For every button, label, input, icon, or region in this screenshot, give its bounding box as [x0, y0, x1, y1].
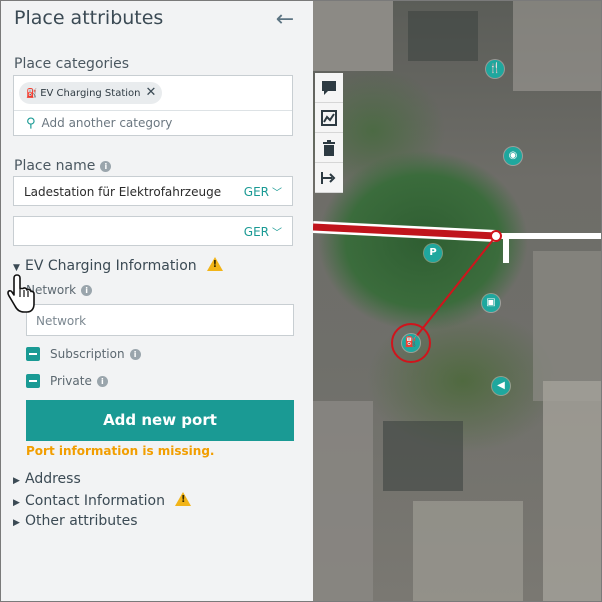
other-attributes-section-header[interactable]: ▶ Other attributes: [13, 513, 138, 529]
transit-icon[interactable]: ▣: [482, 294, 500, 312]
address-section-header[interactable]: ▶ Address: [13, 471, 81, 487]
place-name-input[interactable]: Ladestation für Elektrofahrzeuge GER ﹀: [13, 176, 293, 206]
hand-pointer-cursor-icon: [7, 274, 35, 313]
ev-section-label: EV Charging Information: [25, 258, 197, 274]
expand-triangle-icon: ▶: [13, 518, 20, 528]
chevron-down-icon: ﹀: [272, 228, 282, 239]
private-label: Private: [50, 374, 92, 388]
route-arrow-icon[interactable]: [315, 163, 343, 193]
remove-category-icon[interactable]: ✕: [145, 85, 156, 100]
search-icon: ⚲: [26, 116, 36, 131]
subscription-checkbox[interactable]: [26, 347, 40, 361]
divider: [14, 110, 292, 111]
language-select-2[interactable]: GER ﹀: [244, 224, 282, 239]
warning-icon: !: [206, 257, 223, 271]
add-category-placeholder: Add another category: [41, 116, 173, 130]
port-missing-message: Port information is missing.: [26, 444, 215, 458]
place-attributes-panel: Place attributes ← Place categories ⛽ EV …: [1, 1, 313, 601]
network-input[interactable]: Network: [26, 304, 294, 336]
parking-icon[interactable]: P: [424, 244, 442, 262]
map-overlay: [313, 221, 601, 363]
app-frame: Place attributes ← Place categories ⛽ EV …: [0, 0, 602, 602]
chevron-down-icon: ﹀: [272, 188, 282, 199]
place-name-label-text: Place name: [14, 158, 96, 174]
category-chip-label: EV Charging Station: [40, 88, 141, 99]
ev-charging-section-header[interactable]: ▼ EV Charging Information!: [13, 257, 223, 274]
warning-icon: !: [174, 492, 191, 506]
language-select-1[interactable]: GER ﹀: [244, 184, 282, 199]
info-icon[interactable]: i: [96, 376, 108, 387]
subscription-row: Subscription i: [26, 347, 141, 361]
categories-label: Place categories: [14, 56, 130, 72]
category-box: ⛽ EV Charging Station ✕ ⚲ Add another categ…: [13, 75, 293, 136]
info-icon[interactable]: i: [129, 349, 141, 360]
subscription-label: Subscription: [50, 347, 125, 361]
ev-station-icon: ⛽: [26, 89, 38, 99]
collapse-triangle-icon: ▼: [13, 263, 20, 273]
info-icon[interactable]: i: [81, 285, 93, 296]
camera-icon[interactable]: ◉: [504, 147, 522, 165]
info-icon[interactable]: i: [100, 161, 112, 172]
panel-title: Place attributes: [14, 7, 164, 29]
language-value: GER: [243, 185, 269, 199]
category-chip: ⛽ EV Charging Station ✕: [19, 82, 163, 104]
address-section-label: Address: [25, 471, 81, 487]
place-name-value: Ladestation für Elektrofahrzeuge: [24, 185, 222, 199]
trash-icon[interactable]: [315, 133, 343, 163]
restaurant-icon[interactable]: 🍴: [486, 60, 504, 78]
contact-section-label: Contact Information: [25, 493, 165, 509]
map-view[interactable]: 🍴 ◉ P ▣ ⛽ ◀: [313, 1, 601, 601]
private-checkbox[interactable]: [26, 374, 40, 388]
contact-section-header[interactable]: ▶ Contact Information!: [13, 492, 191, 509]
add-category-input[interactable]: ⚲ Add another category: [26, 116, 172, 131]
selected-road-segment: [313, 223, 497, 240]
expand-triangle-icon: ▶: [13, 476, 20, 486]
speaker-icon[interactable]: ◀: [492, 377, 510, 395]
network-placeholder: Network: [36, 314, 87, 328]
other-section-label: Other attributes: [25, 513, 138, 529]
routing-point-node: [490, 230, 502, 242]
place-name-input-2[interactable]: GER ﹀: [13, 216, 293, 246]
language-value: GER: [243, 225, 269, 239]
map-toolbar: [315, 73, 343, 193]
add-new-port-button[interactable]: Add new port: [26, 400, 294, 441]
chart-icon[interactable]: [315, 103, 343, 133]
expand-triangle-icon: ▶: [13, 498, 20, 508]
place-name-label: Place name i: [14, 158, 112, 174]
private-row: Private i: [26, 374, 108, 388]
ev-charging-icon[interactable]: ⛽: [402, 334, 420, 352]
back-arrow-icon[interactable]: ←: [273, 9, 297, 33]
comment-icon[interactable]: [315, 73, 343, 103]
